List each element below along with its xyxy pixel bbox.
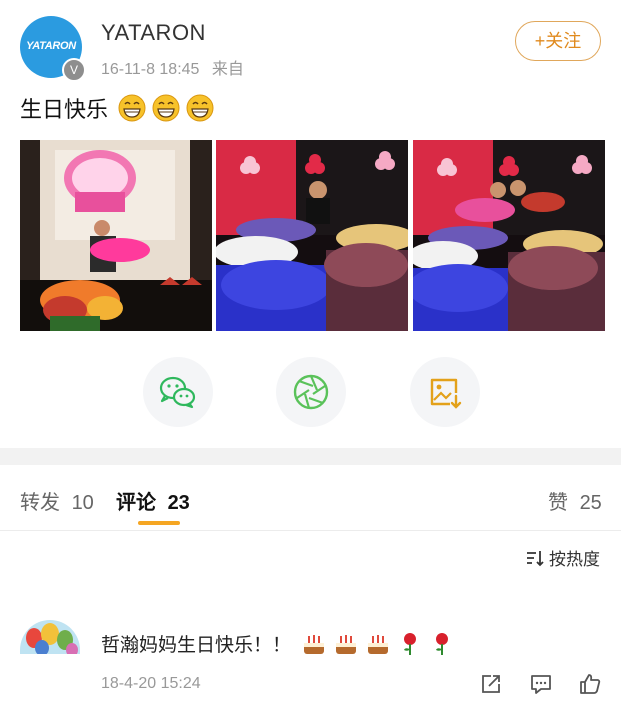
post-photo-2[interactable] xyxy=(216,140,408,331)
section-divider xyxy=(0,448,621,465)
photo-3-image xyxy=(413,140,605,331)
tab-likes-label: 赞 xyxy=(548,492,568,514)
rose-emoji-icon xyxy=(436,632,449,655)
commenter-avatar[interactable] xyxy=(20,620,80,654)
rose-emoji-icon xyxy=(404,632,417,655)
post-source: 来自 xyxy=(211,61,244,78)
post-timestamp: 16-11-8 18:45 xyxy=(101,61,200,78)
sort-label: 按热度 xyxy=(549,550,600,569)
cake-emoji-icon xyxy=(304,634,325,654)
like-icon[interactable] xyxy=(578,672,602,696)
avatar-logo: YATARON xyxy=(26,40,76,52)
post-meta: 16-11-8 18:45 来自 xyxy=(101,55,244,79)
tab-reposts[interactable]: 转发 10 xyxy=(20,486,94,515)
follow-button[interactable]: +关注 xyxy=(515,21,601,61)
post-photo-1[interactable] xyxy=(20,140,212,331)
active-tab-indicator xyxy=(138,521,180,525)
comment-time: 18-4-20 15:24 xyxy=(101,675,201,692)
tab-comments-count: 23 xyxy=(167,492,190,514)
sort-icon xyxy=(527,550,544,566)
cake-emoji-icon xyxy=(368,634,389,654)
save-image-button[interactable] xyxy=(410,357,480,427)
tabs-divider xyxy=(0,530,621,531)
username[interactable]: YATARON xyxy=(101,20,206,46)
verified-badge: V xyxy=(62,58,86,82)
comment-icon[interactable] xyxy=(529,672,553,696)
moments-icon xyxy=(293,374,329,410)
post-text: 生日快乐 xyxy=(20,97,109,122)
post-content: 生日快乐 xyxy=(20,92,214,124)
photo-1-image xyxy=(20,140,212,331)
grin-emoji-icon xyxy=(152,94,180,122)
share-moments-button[interactable] xyxy=(276,357,346,427)
commenter-avatar-image xyxy=(20,620,80,654)
sort-by-hot-button[interactable]: 按热度 xyxy=(525,545,600,570)
grin-emoji-icon xyxy=(186,94,214,122)
tab-comments-label: 评论 xyxy=(116,492,156,514)
grin-emoji-icon xyxy=(118,94,146,122)
post-photo-3[interactable] xyxy=(413,140,605,331)
save-image-icon xyxy=(430,378,462,409)
tab-reposts-label: 转发 xyxy=(20,492,60,514)
wechat-icon xyxy=(159,376,196,409)
repost-icon[interactable] xyxy=(479,672,503,696)
photo-2-image xyxy=(216,140,408,331)
cake-emoji-icon xyxy=(336,634,357,654)
tab-likes[interactable]: 赞 25 xyxy=(548,486,602,515)
share-wechat-button[interactable] xyxy=(143,357,213,427)
tab-reposts-count: 10 xyxy=(71,492,94,514)
tab-likes-count: 25 xyxy=(579,492,602,514)
comment-text: 哲瀚妈妈生日快乐！！ xyxy=(101,635,292,656)
tab-comments[interactable]: 评论 23 xyxy=(116,486,190,515)
comment-body: 哲瀚妈妈生日快乐！！ xyxy=(101,630,455,657)
